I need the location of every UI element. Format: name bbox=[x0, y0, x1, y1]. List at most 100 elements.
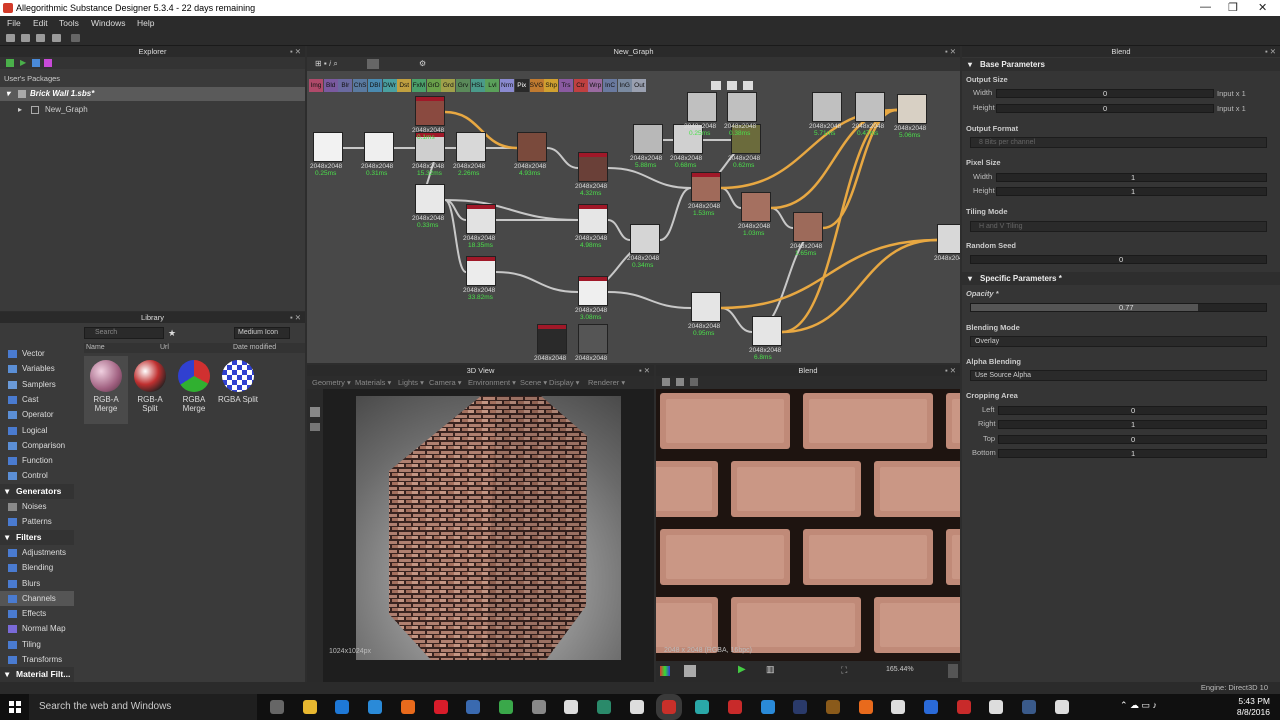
collapse-arrow-icon[interactable]: ▾ bbox=[6, 87, 10, 101]
col-url[interactable]: Url bbox=[160, 343, 169, 353]
graph-node[interactable] bbox=[456, 132, 486, 162]
col-name[interactable]: Name bbox=[86, 343, 105, 353]
height-mode[interactable]: Input x 1 bbox=[1217, 104, 1246, 113]
app-icon[interactable] bbox=[1054, 700, 1069, 714]
bridge-icon[interactable] bbox=[825, 700, 840, 714]
app-icon[interactable] bbox=[760, 700, 775, 714]
library-category-normal-map[interactable]: Normal Map bbox=[0, 621, 74, 636]
view-mode-select[interactable]: Medium Icon bbox=[234, 327, 290, 339]
expand-arrow-icon[interactable]: ▸ bbox=[18, 103, 22, 117]
new-package-icon[interactable] bbox=[6, 59, 14, 67]
library-category-cast[interactable]: Cast bbox=[0, 392, 74, 407]
random-seed-slider[interactable]: 0 bbox=[970, 255, 1267, 264]
open-icon[interactable] bbox=[21, 34, 30, 42]
play-icon[interactable]: ▶ bbox=[738, 664, 746, 675]
save-image-icon[interactable] bbox=[662, 378, 670, 386]
opera-icon[interactable] bbox=[433, 700, 448, 714]
task-view-icon[interactable] bbox=[270, 700, 284, 714]
library-category-samplers[interactable]: Samplers bbox=[0, 377, 74, 392]
pixel-width-slider[interactable]: 1 bbox=[996, 173, 1267, 182]
graph-node[interactable] bbox=[578, 276, 608, 306]
panel-toggle-icon[interactable] bbox=[948, 664, 958, 678]
graph-node[interactable] bbox=[812, 92, 842, 122]
graph-node[interactable] bbox=[741, 192, 771, 222]
library-category-channels[interactable]: Channels bbox=[0, 590, 74, 606]
substance-icon[interactable] bbox=[656, 694, 683, 720]
view3d-menu-scene[interactable]: Scene ▾ bbox=[520, 378, 547, 387]
col-date[interactable]: Date modified bbox=[233, 343, 276, 353]
library-search-input[interactable]: Search bbox=[84, 327, 164, 339]
graph-node[interactable] bbox=[466, 204, 496, 234]
graph-node[interactable] bbox=[937, 224, 960, 254]
brick-texture-preview[interactable] bbox=[656, 389, 960, 661]
output-height-slider[interactable]: 0 bbox=[996, 104, 1214, 113]
alpha-blending-select[interactable]: Use Source Alpha bbox=[970, 370, 1267, 381]
panel-close-icon[interactable]: ▪ ✕ bbox=[290, 312, 301, 323]
checker-icon[interactable] bbox=[684, 665, 696, 677]
library-category-variables[interactable]: Variables bbox=[0, 361, 74, 376]
app-icon[interactable] bbox=[924, 700, 938, 714]
chrome-icon[interactable] bbox=[498, 700, 513, 714]
base-parameters-section[interactable]: ▾ Base Parameters bbox=[962, 58, 1280, 71]
ie-icon[interactable] bbox=[368, 700, 383, 714]
crop-right-slider[interactable]: 1 bbox=[998, 420, 1267, 429]
filezilla-icon[interactable] bbox=[956, 700, 971, 714]
steam-icon[interactable] bbox=[1022, 700, 1037, 714]
graph-node[interactable] bbox=[578, 152, 608, 182]
graph-node[interactable] bbox=[897, 94, 927, 124]
specific-parameters-section[interactable]: ▾ Specific Parameters * bbox=[962, 272, 1280, 285]
collapse-arrow-icon[interactable]: ▾ bbox=[968, 58, 972, 71]
tiling-mode-select[interactable]: H and V Tiling bbox=[970, 221, 1267, 232]
close-button[interactable]: ✕ bbox=[1258, 1, 1267, 14]
library-item-rgba-split[interactable]: RGBA Split bbox=[216, 356, 260, 404]
channels-icon[interactable] bbox=[660, 666, 670, 676]
menu-file[interactable]: File bbox=[7, 18, 21, 28]
width-mode[interactable]: Input x 1 bbox=[1217, 89, 1246, 98]
app-icon[interactable] bbox=[466, 700, 481, 714]
app-icon[interactable] bbox=[629, 700, 644, 714]
app-icon[interactable] bbox=[727, 700, 742, 714]
tray-icons[interactable]: ⌃ ☁ ▭ ♪ bbox=[1120, 700, 1157, 711]
tree-graph[interactable]: ▸ New_Graph bbox=[0, 103, 305, 117]
view3d-menu-lights[interactable]: Lights ▾ bbox=[398, 378, 424, 387]
crop-bottom-slider[interactable]: 1 bbox=[998, 449, 1267, 458]
app-icon[interactable] bbox=[989, 700, 1004, 714]
fit-icon[interactable]: ⛶ bbox=[841, 665, 847, 676]
view3d-menu-renderer[interactable]: Renderer ▾ bbox=[588, 378, 625, 387]
graph-node[interactable] bbox=[633, 124, 663, 154]
new-icon[interactable] bbox=[6, 34, 15, 42]
graph-node[interactable] bbox=[578, 204, 608, 234]
library-category-tiling[interactable]: Tiling bbox=[0, 637, 74, 652]
app-icon[interactable] bbox=[695, 700, 710, 714]
output-width-slider[interactable]: 0 bbox=[996, 89, 1214, 98]
graph-node[interactable] bbox=[466, 256, 496, 286]
firefox-icon[interactable] bbox=[400, 700, 415, 714]
library-category-blurs[interactable]: Blurs bbox=[0, 576, 74, 591]
library-category-adjustments[interactable]: Adjustments bbox=[0, 545, 74, 560]
panel-close-icon[interactable]: ▪ ✕ bbox=[639, 365, 650, 376]
edge-icon[interactable] bbox=[335, 700, 350, 714]
menu-edit[interactable]: Edit bbox=[33, 18, 48, 28]
restore-button[interactable]: ❐ bbox=[1228, 1, 1238, 14]
graph-node[interactable] bbox=[578, 324, 608, 354]
opacity-slider[interactable]: 0.77 bbox=[970, 303, 1267, 312]
crop-left-slider[interactable]: 0 bbox=[998, 406, 1267, 415]
library-group-filters[interactable]: ▾ Filters bbox=[0, 529, 74, 545]
graph-node[interactable] bbox=[687, 92, 717, 122]
favorite-star-icon[interactable]: ★ bbox=[168, 328, 176, 339]
camera-tool-icon[interactable] bbox=[310, 407, 320, 417]
collapse-arrow-icon[interactable]: ▾ bbox=[5, 530, 9, 545]
graph-node[interactable] bbox=[691, 292, 721, 322]
view3d-menu-materials[interactable]: Materials ▾ bbox=[355, 378, 391, 387]
undo-icon[interactable] bbox=[52, 34, 61, 42]
graph-node[interactable] bbox=[855, 92, 885, 122]
library-group-material-filters[interactable]: ▾ Material Filt... bbox=[0, 667, 74, 682]
library-category-effects[interactable]: Effects bbox=[0, 606, 74, 621]
zoom-level[interactable]: 165.44% bbox=[886, 666, 914, 673]
output-format-select[interactable]: 8 Bits per channel bbox=[970, 137, 1267, 148]
light-tool-icon[interactable] bbox=[310, 423, 320, 431]
library-category-blending[interactable]: Blending bbox=[0, 560, 74, 575]
graph-node[interactable] bbox=[364, 132, 394, 162]
tree-package[interactable]: ▾ Brick Wall 1.sbs* bbox=[0, 87, 305, 101]
menu-windows[interactable]: Windows bbox=[91, 18, 125, 28]
